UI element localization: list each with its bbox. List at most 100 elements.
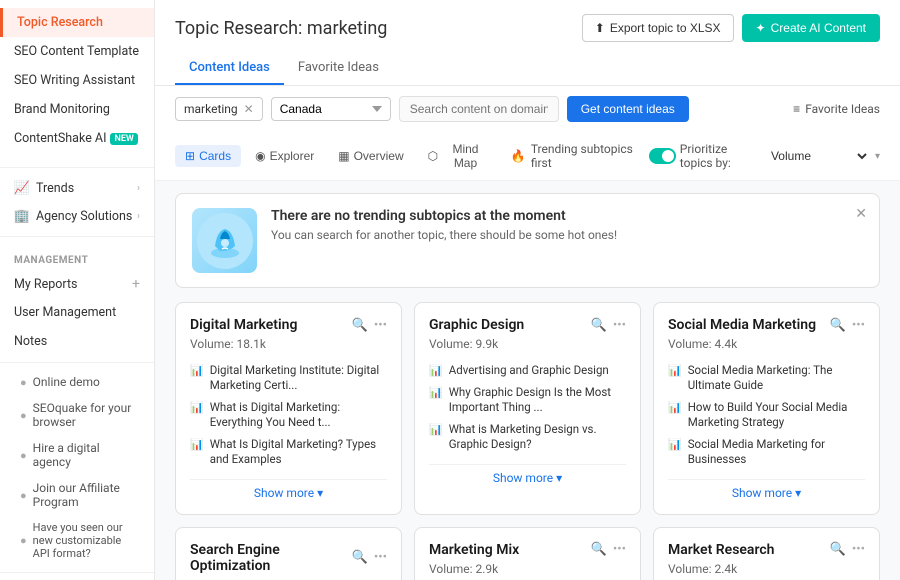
close-icon[interactable]: ✕ (244, 102, 254, 116)
card-item: 📊 Digital Marketing Institute: Digital M… (190, 363, 387, 393)
country-select[interactable]: CanadaUnited StatesUnited KingdomAustral… (271, 97, 391, 121)
card-actions: 🔍 ••• (830, 542, 865, 557)
trend-icon: 📊 (190, 401, 204, 415)
search-icon[interactable]: 🔍 (830, 318, 846, 333)
prioritize-label: Prioritize topics by: VolumeTopic Effici… (680, 142, 880, 170)
prioritize-select[interactable]: VolumeTopic EfficiencyDifficulty (767, 148, 870, 164)
search-icon[interactable]: 🔍 (830, 542, 846, 557)
show-more-button[interactable]: Show more ▾ (429, 464, 626, 485)
search-icon[interactable]: 🔍 (591, 542, 607, 557)
more-icon[interactable]: ••• (374, 318, 387, 333)
card-seo: Search Engine Optimization 🔍 ••• Volume:… (175, 527, 402, 580)
more-icon[interactable]: ••• (613, 542, 626, 557)
view-mindmap-button[interactable]: ⬡ Mind Map (418, 138, 499, 174)
more-icon[interactable]: ••• (374, 550, 387, 565)
tab-content-ideas[interactable]: Content Ideas (175, 52, 284, 85)
search-icon[interactable]: 🔍 (352, 550, 368, 565)
card-title: Social Media Marketing (668, 317, 816, 333)
management-section-label: MANAGEMENT (0, 249, 154, 270)
trend-icon: 📊 (190, 364, 204, 378)
trend-icon: 📊 (668, 364, 682, 378)
search-tag: marketing ✕ (175, 97, 263, 121)
show-more-button[interactable]: Show more ▾ (668, 479, 865, 500)
header-top: Topic Research: marketing ⬆ Export topic… (175, 14, 880, 42)
create-ai-button[interactable]: ✦ Create AI Content (742, 14, 880, 42)
main-header: Topic Research: marketing ⬆ Export topic… (155, 0, 900, 86)
trending-toggle: 🔥 Trending subtopics first (511, 142, 676, 170)
export-button[interactable]: ⬆ Export topic to XLSX (582, 14, 734, 42)
sidebar-item-online-demo[interactable]: ● Online demo (0, 369, 154, 395)
view-cards-button[interactable]: ⊞ Cards (175, 145, 241, 167)
card-title: Market Research (668, 542, 774, 558)
sidebar-item-notes[interactable]: Notes (0, 327, 154, 356)
cards-grid: Digital Marketing 🔍 ••• Volume: 18.1k 📊 … (175, 302, 880, 580)
sidebar-item-api[interactable]: ● Have you seen our new customizable API… (0, 515, 154, 566)
card-actions: 🔍 ••• (591, 542, 626, 557)
card-item: 📊 Social Media Marketing for Businesses (668, 437, 865, 467)
tab-favorite-ideas[interactable]: Favorite Ideas (284, 52, 393, 85)
page-title: Topic Research: marketing (175, 18, 387, 39)
view-overview-button[interactable]: ▦ Overview (328, 145, 413, 167)
card-items: 📊 Social Media Marketing: The Ultimate G… (668, 363, 865, 467)
card-digital-marketing: Digital Marketing 🔍 ••• Volume: 18.1k 📊 … (175, 302, 402, 515)
card-title: Digital Marketing (190, 317, 297, 333)
view-controls: ⊞ Cards ◉ Explorer ▦ Overview ⬡ Mind Map… (155, 132, 900, 181)
card-title: Graphic Design (429, 317, 524, 333)
sidebar-item-seo-content[interactable]: SEO Content Template (0, 37, 154, 66)
trend-icon: 📊 (668, 401, 682, 415)
card-item: 📊 Advertising and Graphic Design (429, 363, 626, 378)
alert-banner: There are no trending subtopics at the m… (175, 193, 880, 288)
more-icon[interactable]: ••• (852, 542, 865, 557)
card-actions: 🔍 ••• (352, 550, 387, 565)
chevron-down-icon: ▾ (875, 151, 880, 162)
mindmap-icon: ⬡ (428, 149, 438, 163)
trending-toggle-switch[interactable] (649, 148, 676, 164)
card-item: 📊 Why Graphic Design Is the Most Importa… (429, 385, 626, 415)
sidebar-item-user-management[interactable]: User Management (0, 298, 154, 327)
cards-icon: ⊞ (185, 149, 195, 163)
sidebar-item-brand-monitoring[interactable]: Brand Monitoring (0, 95, 154, 124)
header-actions: ⬆ Export topic to XLSX ✦ Create AI Conte… (582, 14, 880, 42)
sidebar-item-contentshake[interactable]: ContentShake AI NEW (0, 124, 154, 153)
sidebar-item-trends[interactable]: 📈 Trends › (0, 174, 154, 202)
sidebar-item-topic-research[interactable]: Topic Research (0, 8, 154, 37)
upload-icon: ⬆ (595, 21, 605, 35)
card-graphic-design: Graphic Design 🔍 ••• Volume: 9.9k 📊 Adve… (414, 302, 641, 515)
sidebar-top-section: Topic Research SEO Content Template SEO … (0, 0, 154, 161)
card-item: 📊 Social Media Marketing: The Ultimate G… (668, 363, 865, 393)
sidebar-item-seoquake[interactable]: ● SEOquake for your browser (0, 395, 154, 435)
search-icon[interactable]: 🔍 (352, 318, 368, 333)
trend-icon: 📊 (190, 438, 204, 452)
sidebar-item-my-reports[interactable]: My Reports + (0, 270, 154, 298)
card-actions: 🔍 ••• (352, 318, 387, 333)
alert-close-button[interactable]: ✕ (855, 206, 867, 222)
card-title: Search Engine Optimization (190, 542, 352, 574)
show-more-button[interactable]: Show more ▾ (190, 479, 387, 500)
card-volume: Volume: 2.9k (429, 562, 626, 576)
more-icon[interactable]: ••• (613, 318, 626, 333)
main-content: Topic Research: marketing ⬆ Export topic… (155, 0, 900, 580)
view-explorer-button[interactable]: ◉ Explorer (245, 145, 324, 167)
plus-icon[interactable]: + (132, 276, 140, 292)
get-ideas-button[interactable]: Get content ideas (567, 96, 689, 122)
dot-icon: ● (20, 449, 27, 462)
chevron-down-icon: ▾ (556, 471, 562, 485)
sidebar-item-seo-writing[interactable]: SEO Writing Assistant (0, 66, 154, 95)
more-icon[interactable]: ••• (852, 318, 865, 333)
dot-icon: ● (20, 376, 27, 389)
sidebar-item-hire-digital[interactable]: ● Hire a digital agency (0, 435, 154, 475)
search-icon[interactable]: 🔍 (591, 318, 607, 333)
sparkle-icon: ✦ (756, 21, 766, 35)
favorite-ideas-button[interactable]: ≡ Favorite Ideas (793, 102, 880, 116)
tabs: Content Ideas Favorite Ideas (175, 52, 880, 85)
search-domain-input[interactable] (399, 96, 559, 122)
chevron-right-icon: › (137, 211, 140, 222)
card-item: 📊 What is Digital Marketing: Everything … (190, 400, 387, 430)
list-icon: ≡ (793, 102, 800, 116)
card-market-research: Market Research 🔍 ••• Volume: 2.4k 📊 Mar… (653, 527, 880, 580)
sidebar-item-agency-solutions[interactable]: 🏢 Agency Solutions › (0, 202, 154, 230)
card-header: Digital Marketing 🔍 ••• (190, 317, 387, 333)
card-header: Market Research 🔍 ••• (668, 542, 865, 558)
sidebar-item-affiliate[interactable]: ● Join our Affiliate Program (0, 475, 154, 515)
card-volume: Volume: 4.4k (668, 337, 865, 351)
